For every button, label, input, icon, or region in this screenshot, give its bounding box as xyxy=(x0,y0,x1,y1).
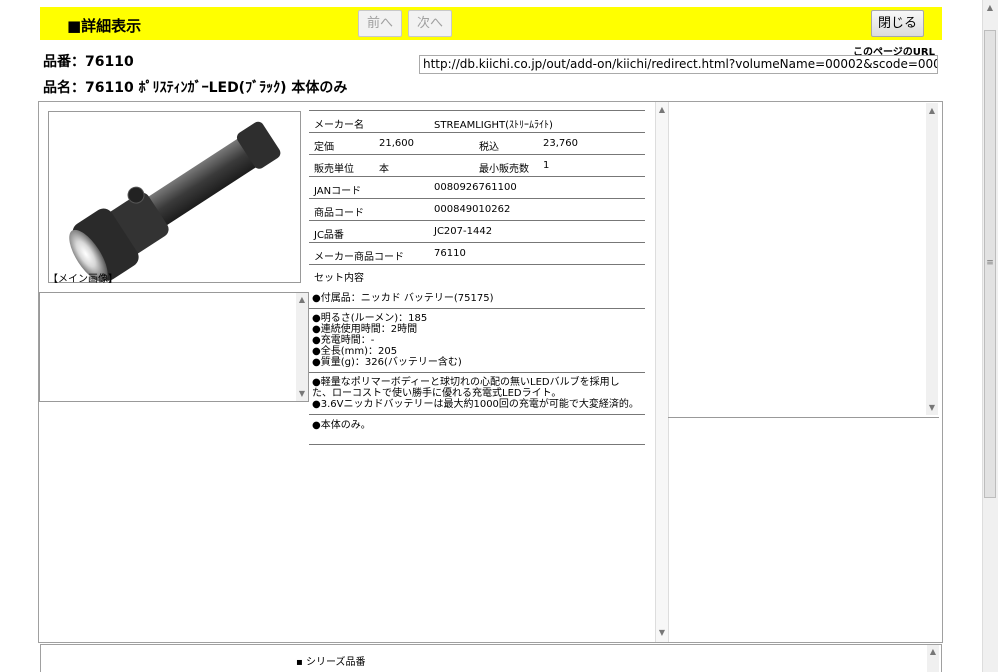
sub-image-frame: ▲ ▼ xyxy=(39,292,309,402)
divider xyxy=(309,444,645,445)
feature-notes: ●軽量なポリマーボディーと球切れの心配の無いLEDバルブを採用し た、ローコスト… xyxy=(312,377,652,410)
spec-label: JC品番 xyxy=(314,230,344,241)
spec-row-jc: JC品番 JC207-1442 xyxy=(309,220,645,242)
note-line: ●3.6Vニッカドバッテリーは最大約1000回の充電が可能で大変経済的。 xyxy=(312,399,639,410)
spec-value: JC207-1442 xyxy=(434,226,493,237)
scroll-up-arrow-icon[interactable]: ▲ xyxy=(656,105,668,114)
note-line: ●全長(mm)：205 xyxy=(312,346,398,357)
page-url-field[interactable]: http://db.kiichi.co.jp/out/add-on/kiichi… xyxy=(419,55,938,74)
prev-button[interactable]: 前へ xyxy=(358,10,402,37)
next-button[interactable]: 次へ xyxy=(408,10,452,37)
divider xyxy=(309,308,645,309)
scroll-grip-icon: ≡ xyxy=(986,258,994,268)
note-line: ●連続使用時間：2時間 xyxy=(312,324,418,335)
spec-label: JANコード xyxy=(314,186,362,197)
spec-row-jan: JANコード 0080926761100 xyxy=(309,176,645,198)
scroll-up-arrow-icon[interactable]: ▲ xyxy=(927,647,939,656)
scroll-down-arrow-icon[interactable]: ▼ xyxy=(656,628,668,637)
body-only-note: ●本体のみ。 xyxy=(312,420,371,431)
product-name: 品名：76110 ﾎﾟﾘｽﾃｨﾝｶﾞｰLED(ﾌﾞﾗｯｸ) 本体のみ xyxy=(43,80,348,96)
page-title: ■詳細表示 xyxy=(67,17,142,35)
sub-frame-scrollbar[interactable] xyxy=(296,293,308,401)
spec-value: 1 xyxy=(543,160,550,171)
spec-row-code: 商品コード 000849010262 xyxy=(309,198,645,220)
divider xyxy=(309,414,645,415)
spec-value: 21,600 xyxy=(379,138,414,149)
spec-value: 0080926761100 xyxy=(434,182,517,193)
spec-row-maker: メーカー名 STREAMLIGHT(ｽﾄﾘｰﾑﾗｲﾄ) xyxy=(309,110,645,132)
spec-value: STREAMLIGHT(ｽﾄﾘｰﾑﾗｲﾄ) xyxy=(434,120,553,131)
flashlight-icon xyxy=(69,121,281,282)
spec-row-price: 定価 21,600 税込 23,760 xyxy=(309,132,645,154)
scroll-up-arrow-icon[interactable]: ▲ xyxy=(296,295,308,304)
right-pane-scrollbar[interactable] xyxy=(926,103,938,415)
note-line: ●明るさ(ルーメン)：185 xyxy=(312,313,428,324)
spec-notes: ●明るさ(ルーメン)：185 ●連続使用時間：2時間 ●充電時間：- ●全長(m… xyxy=(312,313,652,368)
series-item: ▪ シリーズ品番 xyxy=(296,657,366,668)
header-bar: ■詳細表示 前へ 次へ 閉じる xyxy=(40,7,942,40)
spec-value: 本 xyxy=(379,164,389,175)
spec-value: 23,760 xyxy=(543,138,578,149)
note-line: ●充電時間：- xyxy=(312,335,375,346)
right-pane xyxy=(668,102,939,418)
series-label: シリーズ品番 xyxy=(305,657,366,668)
note-line: た、ローコストで使い勝手に優れる充電式LEDライト。 xyxy=(312,388,562,399)
spec-value: 000849010262 xyxy=(434,204,511,215)
note-line: ●軽量なポリマーボディーと球切れの心配の無いLEDバルブを採用し xyxy=(312,377,620,388)
spec-row-makercode: メーカー商品コード 76110 xyxy=(309,242,645,265)
product-number: 品番：76110 xyxy=(43,54,134,70)
spec-label: 販売単位 xyxy=(314,164,354,175)
scroll-down-arrow-icon[interactable]: ▼ xyxy=(926,403,938,412)
spec-label: メーカー商品コード xyxy=(314,252,404,263)
divider xyxy=(309,372,645,373)
close-button[interactable]: 閉じる xyxy=(871,10,924,37)
spec-value: 76110 xyxy=(434,248,466,259)
set-contents-title: セット内容 xyxy=(314,273,364,284)
image-caption: 【メイン画像】 xyxy=(48,274,118,285)
spec-label: 定価 xyxy=(314,142,334,153)
series-frame xyxy=(40,644,942,672)
spec-label: メーカー名 xyxy=(314,120,364,131)
main-image xyxy=(48,111,301,283)
scroll-up-arrow-icon[interactable]: ▲ xyxy=(926,106,938,115)
spec-row-unit: 販売単位 本 最小販売数 1 xyxy=(309,154,645,176)
content-scrollbar[interactable] xyxy=(655,102,669,642)
spec-label: 税込 xyxy=(479,142,499,153)
note-line: ●質量(g)：326(バッテリー含む) xyxy=(312,357,462,368)
spec-table: メーカー名 STREAMLIGHT(ｽﾄﾘｰﾑﾗｲﾄ) 定価 21,600 税込… xyxy=(309,110,645,265)
scroll-down-arrow-icon[interactable]: ▼ xyxy=(296,389,308,398)
scroll-up-arrow-icon[interactable]: ▲ xyxy=(984,3,996,12)
spec-label: 商品コード xyxy=(314,208,364,219)
set-contents-item: ●付属品：ニッカド バッテリー(75175) xyxy=(312,293,494,304)
spec-label: 最小販売数 xyxy=(479,164,529,175)
